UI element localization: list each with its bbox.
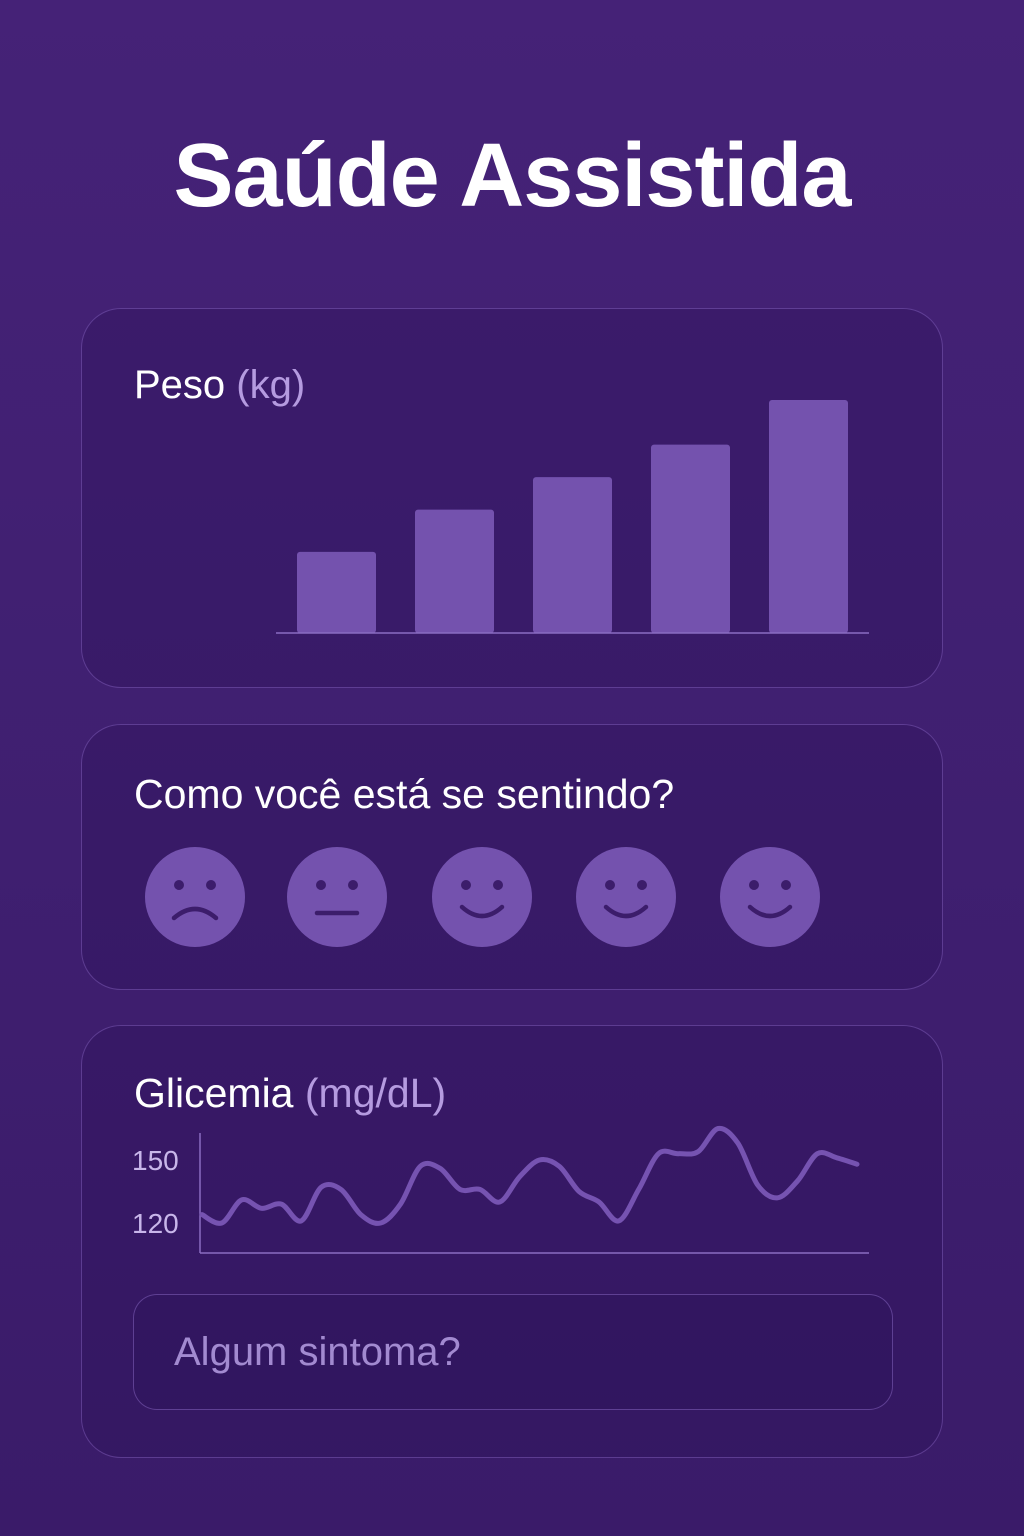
smiling-face-icon (576, 847, 676, 947)
mood-option-happy[interactable] (576, 847, 676, 947)
weight-bar-chart (276, 400, 869, 634)
glucose-y-tick-label: 150 (132, 1145, 179, 1176)
symptom-input[interactable] (133, 1294, 893, 1410)
weight-bar (651, 444, 730, 633)
app-title: Saúde Assistida (173, 126, 852, 226)
weight-bar (415, 509, 494, 633)
smiling-face-icon (432, 847, 532, 947)
smiling-face-icon (720, 847, 820, 947)
glucose-line-chart: 120 150 (132, 1125, 869, 1254)
mood-card: Como você está se sentindo? (81, 724, 943, 990)
mood-option-very-happy[interactable] (720, 847, 820, 947)
weight-bar (769, 400, 848, 633)
weight-bar (533, 477, 612, 633)
weight-bar (297, 551, 376, 633)
glucose-card: Glicemia (mg/dL) 120 150 (81, 1025, 943, 1458)
mood-option-neutral[interactable] (287, 847, 387, 947)
weight-card: Peso (kg) (81, 308, 943, 688)
glucose-y-tick-label: 120 (132, 1208, 179, 1239)
sad-face-icon (145, 847, 245, 947)
glucose-series-line (199, 1125, 860, 1226)
neutral-face-icon (287, 847, 387, 947)
mood-question: Como você está se sentindo? (134, 771, 675, 817)
mood-selector (145, 847, 845, 949)
mood-option-sad[interactable] (145, 847, 245, 947)
mood-option-good[interactable] (432, 847, 532, 947)
